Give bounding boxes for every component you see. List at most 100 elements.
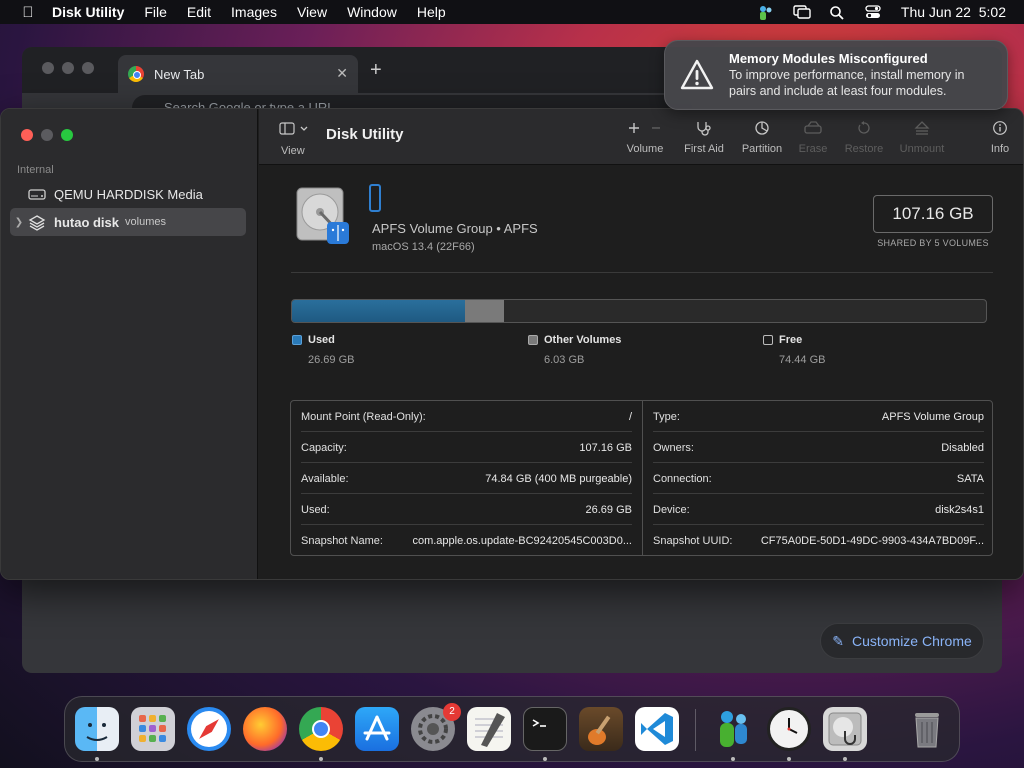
settings-notification-badge: 2 — [443, 703, 461, 721]
pencil-icon: ✎ — [832, 632, 844, 649]
sidebar-item-label: hutao disk — [54, 214, 120, 230]
legend-used: Used 26.69 GB — [292, 334, 354, 366]
sidebar-section-internal: Internal — [17, 164, 54, 176]
disclosure-chevron-icon[interactable]: ❯ — [10, 217, 28, 228]
main-pane: View Disk Utility Volume First Aid Parti… — [259, 109, 1023, 579]
new-tab-plus-icon[interactable]: + — [370, 59, 382, 82]
sidebar-item-hutao-disk[interactable]: ❯ hutao disk volumes — [10, 208, 246, 236]
volume-info-table: Mount Point (Read-Only): / Capacity: 107.1… — [290, 400, 993, 556]
legend-other-volumes: Other Volumes 6.03 GB — [528, 334, 621, 366]
toolbar-first-aid-button[interactable]: First Aid — [679, 119, 729, 155]
toolbar-unmount-button[interactable]: Unmount — [895, 119, 949, 155]
toolbar-erase-button[interactable]: Erase — [793, 119, 833, 155]
sidebar-toggle-view-button[interactable] — [279, 122, 309, 139]
info-row: Capacity: 107.16 GB — [291, 432, 642, 463]
customize-chrome-button[interactable]: ✎ Customize Chrome — [820, 623, 984, 659]
volume-os-version: macOS 13.4 (22F66) — [372, 241, 475, 253]
shared-by-label: SHARED BY 5 VOLUMES — [877, 238, 989, 248]
eject-icon — [895, 119, 949, 137]
info-row: Used: 26.69 GB — [291, 494, 642, 525]
volume-type: APFS Volume Group • APFS — [372, 221, 538, 236]
pie-partition-icon — [737, 119, 787, 137]
chrome-tab-new-tab[interactable]: New Tab ✕ — [118, 55, 358, 93]
sidebar-item-qemu-harddisk[interactable]: QEMU HARDDISK Media — [10, 180, 246, 208]
info-row: Snapshot Name: com.apple.os.update-BC9242… — [301, 534, 632, 547]
volume-name-field[interactable] — [369, 184, 381, 212]
textedit-icon[interactable] — [467, 707, 511, 751]
volume-size: 107.16 GB — [873, 195, 993, 233]
firefox-icon[interactable] — [243, 707, 287, 751]
menu-view[interactable]: View — [297, 4, 327, 20]
control-center-icon[interactable] — [865, 5, 883, 19]
trash-icon[interactable] — [905, 707, 949, 751]
safari-icon[interactable] — [187, 707, 231, 751]
memory-notification[interactable]: Memory Modules Misconfigured To improve … — [664, 40, 1008, 110]
other-volumes-swatch — [528, 335, 538, 345]
chrome-icon[interactable] — [299, 707, 343, 751]
menu-bar:  Disk Utility File Edit Images View Win… — [0, 0, 1024, 24]
info-left-column: Mount Point (Read-Only): / Capacity: 107.1… — [291, 401, 642, 555]
restore-arrow-icon — [841, 119, 887, 137]
info-row: Device: disk2s4s1 — [643, 494, 994, 525]
garageband-icon[interactable] — [579, 707, 623, 751]
clock-icon[interactable] — [767, 707, 811, 751]
disk-utility-icon[interactable] — [823, 707, 867, 751]
menu-window[interactable]: Window — [347, 4, 397, 20]
internal-disk-icon — [295, 186, 351, 246]
volume-stack-icon — [28, 215, 46, 231]
stethoscope-icon — [679, 119, 729, 137]
notification-body: To improve performance, install memory i… — [729, 68, 965, 98]
info-row: Mount Point (Read-Only): / — [291, 401, 642, 432]
info-right-column: Type: APFS Volume Group Owners: Disabled C… — [642, 401, 993, 555]
apple-menu-icon[interactable]:  — [18, 4, 38, 21]
usage-bar-other — [464, 300, 504, 322]
chrome-close-light[interactable] — [42, 62, 54, 74]
info-row: Available: 74.84 GB (400 MB purgeable) — [291, 463, 642, 494]
sidebar-item-sublabel: volumes — [125, 216, 166, 228]
toolbar-partition-button[interactable]: Partition — [737, 119, 787, 155]
sidebar-item-label: QEMU HARDDISK Media — [54, 186, 203, 202]
screen-mirroring-icon[interactable] — [793, 5, 811, 19]
toolbar-volume-button[interactable]: Volume — [623, 119, 667, 155]
messenger-status-icon[interactable] — [757, 5, 775, 20]
menu-edit[interactable]: Edit — [187, 4, 211, 20]
vscode-icon[interactable] — [635, 707, 679, 751]
hard-drive-icon — [28, 187, 46, 201]
sidebar: Internal QEMU HARDDISK Media ❯ hutao dis… — [1, 109, 258, 579]
menu-app-name[interactable]: Disk Utility — [52, 4, 124, 20]
dock: 2 — [64, 696, 960, 762]
toolbar-title: Disk Utility — [326, 126, 404, 143]
toolbar-info-button[interactable]: Info — [985, 119, 1015, 155]
view-label: View — [281, 145, 305, 157]
window-minimize-button[interactable] — [41, 129, 53, 141]
info-row: Connection: SATA — [643, 463, 994, 494]
window-zoom-button[interactable] — [61, 129, 73, 141]
warning-icon — [679, 57, 715, 93]
info-row: Snapshot UUID: CF75A0DE-50D1-49DC-9903-43… — [653, 534, 984, 547]
window-close-button[interactable] — [21, 129, 33, 141]
legend-free: Free 74.44 GB — [763, 334, 825, 366]
free-swatch — [763, 335, 773, 345]
finder-icon[interactable] — [75, 707, 119, 751]
customize-chrome-label: Customize Chrome — [851, 633, 972, 649]
messenger-icon[interactable] — [711, 707, 755, 751]
chrome-minimize-light[interactable] — [62, 62, 74, 74]
launchpad-icon[interactable] — [131, 707, 175, 751]
info-circle-icon — [985, 119, 1015, 137]
menu-images[interactable]: Images — [231, 4, 277, 20]
chrome-zoom-light[interactable] — [82, 62, 94, 74]
tab-close-icon[interactable]: ✕ — [336, 65, 348, 82]
toolbar-restore-button[interactable]: Restore — [841, 119, 887, 155]
spotlight-search-icon[interactable] — [829, 5, 847, 20]
menu-clock[interactable]: Thu Jun 22 5:02 — [901, 4, 1006, 20]
chrome-tab-title: New Tab — [154, 66, 205, 82]
app-store-icon[interactable] — [355, 707, 399, 751]
toolbar: View Disk Utility Volume First Aid Parti… — [259, 109, 1023, 165]
menu-help[interactable]: Help — [417, 4, 446, 20]
add-remove-volume-icon — [623, 119, 667, 137]
menu-file[interactable]: File — [144, 4, 167, 20]
usage-bar — [291, 299, 987, 323]
used-swatch — [292, 335, 302, 345]
terminal-icon[interactable] — [523, 707, 567, 751]
usage-bar-used — [292, 300, 465, 322]
